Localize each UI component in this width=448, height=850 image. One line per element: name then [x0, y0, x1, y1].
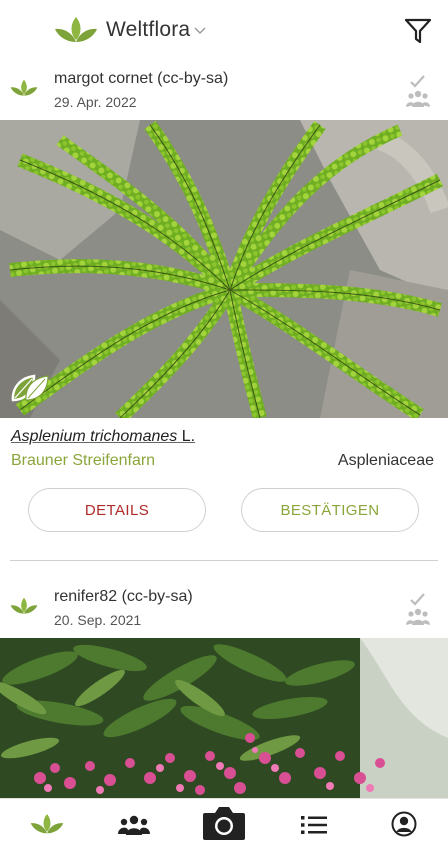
divider	[10, 560, 438, 561]
observation-author[interactable]: margot cornet (cc-by-sa)	[54, 70, 228, 88]
people-icon[interactable]	[118, 815, 150, 835]
observation-date: 20. Sep. 2021	[54, 612, 142, 628]
camera-icon[interactable]	[202, 805, 246, 841]
community-check-icon[interactable]	[406, 592, 430, 628]
filter-icon[interactable]	[404, 18, 432, 44]
observation-photo[interactable]	[0, 120, 448, 418]
list-icon[interactable]	[301, 815, 327, 835]
confirm-button[interactable]: BESTÄTIGEN	[241, 488, 419, 532]
leaf-organ-badge-icon	[11, 374, 49, 402]
plant-leaves-icon	[10, 597, 38, 614]
plant-leaves-icon	[10, 79, 38, 96]
observation-author[interactable]: renifer82 (cc-by-sa)	[54, 588, 193, 606]
app-title: Weltflora	[106, 18, 191, 41]
scientific-name: Asplenium trichomanes	[11, 428, 178, 445]
bottom-tab-bar	[0, 798, 448, 850]
app-header: Weltflora	[0, 0, 448, 62]
common-name: Brauner Streifenfarn	[11, 452, 156, 469]
observation-header: margot cornet (cc-by-sa) 29. Apr. 2022	[0, 62, 448, 120]
observation-header: renifer82 (cc-by-sa) 20. Sep. 2021	[0, 580, 448, 638]
scientific-name-link[interactable]: Asplenium trichomanes L.	[11, 428, 195, 446]
heather-photo-image	[0, 638, 448, 798]
plant-leaves-icon	[55, 17, 97, 42]
observation-photo[interactable]	[0, 638, 448, 798]
project-selector[interactable]: Weltflora	[54, 16, 206, 44]
chevron-down-icon	[194, 27, 206, 34]
family-name: Aspleniaceae	[337, 452, 434, 469]
app-screen: Weltflora margot cornet (cc-by-sa) 29. A…	[0, 0, 448, 850]
profile-icon[interactable]	[391, 811, 417, 837]
fern-photo-image	[0, 120, 448, 418]
details-button[interactable]: DETAILS	[28, 488, 206, 532]
scientific-name-author: L.	[181, 428, 196, 445]
plant-leaves-icon[interactable]	[30, 813, 64, 835]
observation-date: 29. Apr. 2022	[54, 94, 137, 110]
community-check-icon[interactable]	[406, 74, 430, 110]
